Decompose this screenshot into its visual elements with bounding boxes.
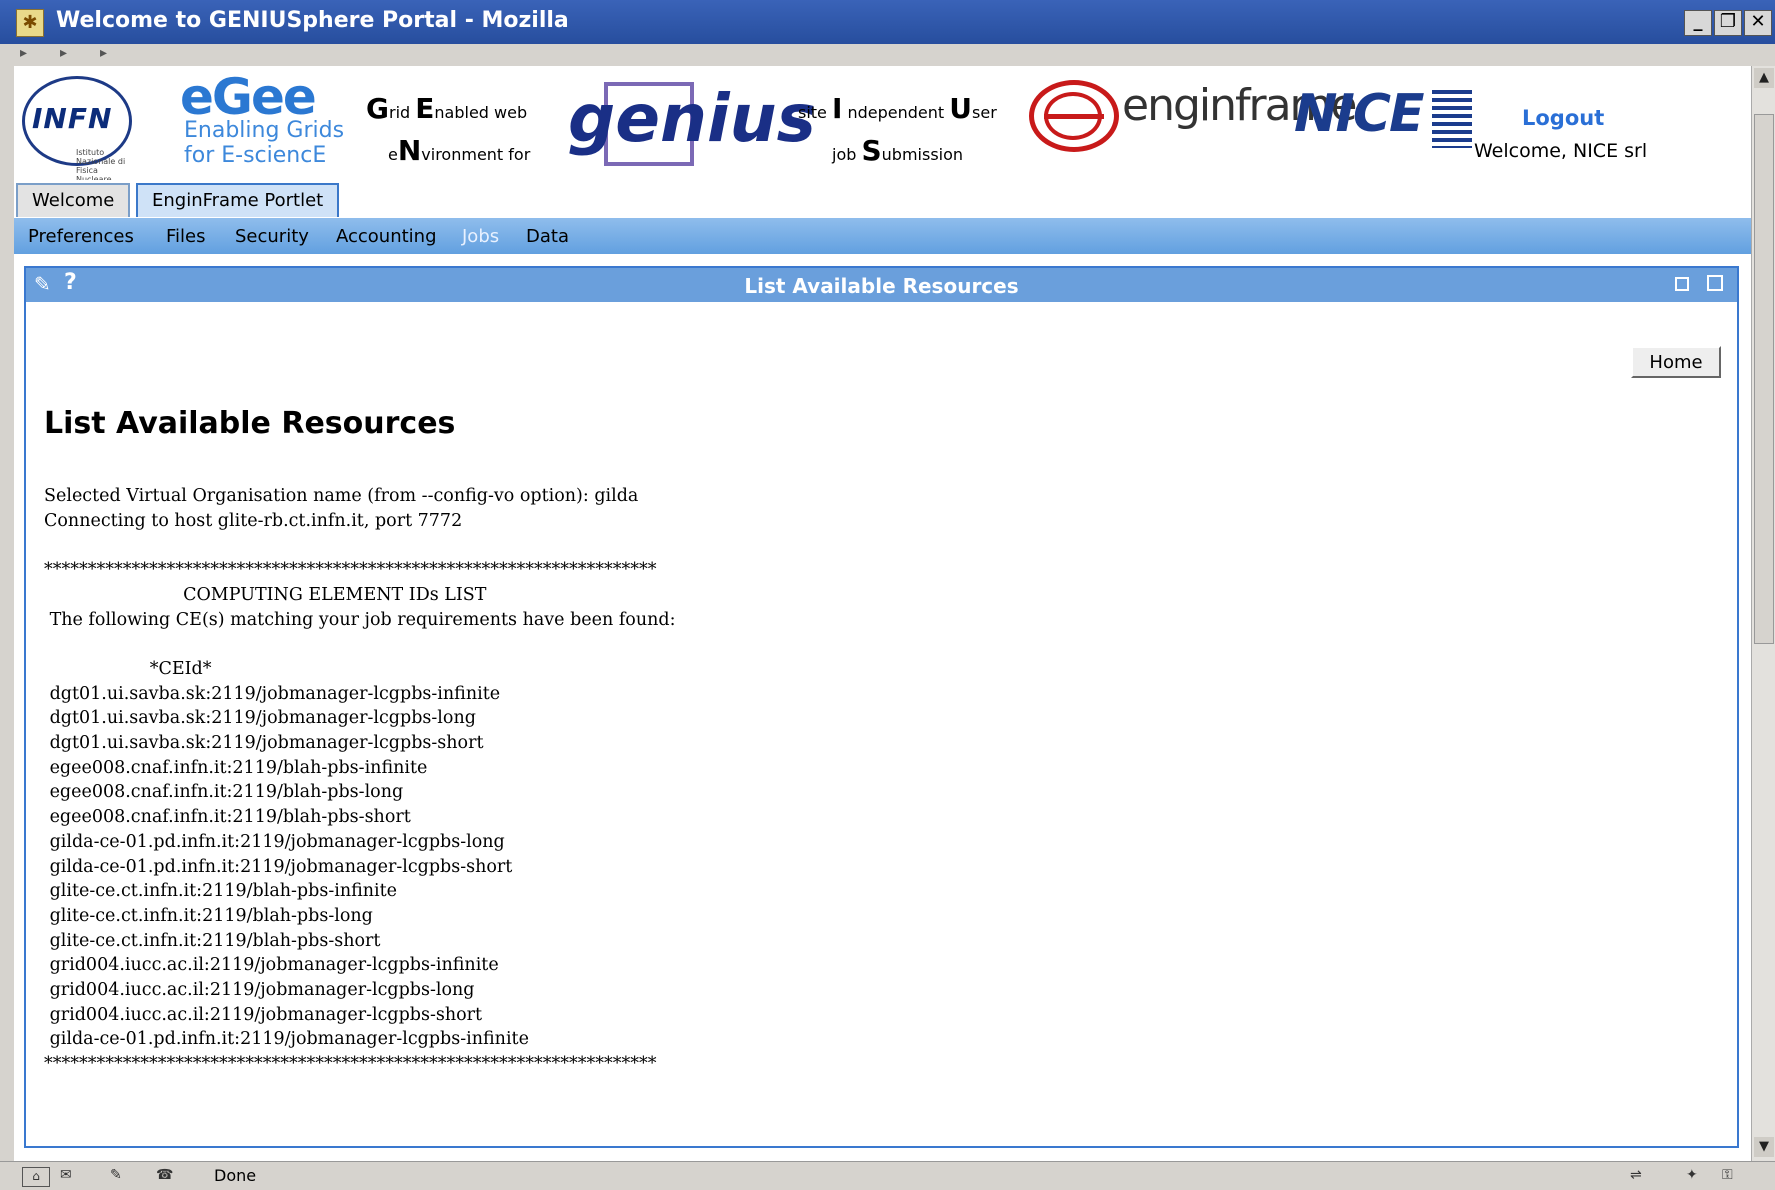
portlet-menu: Preferences Files Security Accounting Jo… xyxy=(14,218,1751,254)
caption-initial: U xyxy=(949,92,973,125)
navigator-icon[interactable]: ⌂ xyxy=(22,1167,50,1187)
menu-item-files[interactable]: Files xyxy=(166,226,206,247)
tab-enginframe-portlet[interactable]: EnginFrame Portlet xyxy=(136,183,340,217)
caption-initial: G xyxy=(366,92,389,125)
caption-initial: S xyxy=(861,134,882,167)
caption-initial: N xyxy=(397,134,422,167)
caption-text: ubmission xyxy=(881,145,964,164)
portlet-title: List Available Resources xyxy=(744,274,1019,298)
menu-item-security[interactable]: Security xyxy=(235,226,309,247)
menu-item-data[interactable]: Data xyxy=(526,226,569,247)
caption-text: ser xyxy=(972,103,997,122)
status-bar: ⌂ ✉ ✎ ☎ Done ⇌ ✦ ⚿ xyxy=(0,1161,1775,1190)
portlet-titlebar: List Available Resources ✎ ? xyxy=(26,268,1737,302)
scroll-up-arrow-icon[interactable]: ▲ xyxy=(1754,68,1774,88)
help-icon[interactable]: ? xyxy=(64,270,77,295)
edit-icon[interactable]: ✎ xyxy=(34,272,51,296)
security-icon[interactable]: ✦ xyxy=(1686,1167,1712,1185)
caption-initial: I xyxy=(831,92,843,125)
address-book-icon[interactable]: ☎ xyxy=(156,1167,182,1185)
restore-button[interactable]: ❐ xyxy=(1714,10,1742,36)
portal-header: INFN Istituto Nazionale di Fisica Nuclea… xyxy=(14,66,1751,184)
genius-caption: Grid Enabled web eNvironment for xyxy=(366,90,530,174)
infn-logo: INFN xyxy=(32,102,113,135)
portal-tabs: Welcome EnginFrame Portlet xyxy=(14,180,1751,218)
egee-subtitle-line: Enabling Grids xyxy=(184,118,345,143)
welcome-message: Welcome, NICE srl xyxy=(1474,140,1648,162)
caption-text: e xyxy=(388,145,398,164)
caption-text: vironment for xyxy=(421,145,531,164)
site-caption: site I ndependent User job Submission xyxy=(798,90,997,174)
minimize-portlet-icon[interactable] xyxy=(1675,277,1689,291)
caption-text: job xyxy=(832,145,862,164)
page-heading: List Available Resources xyxy=(44,406,456,441)
window-titlebar: ✱ Welcome to GENIUSphere Portal - Mozill… xyxy=(0,0,1775,44)
window-title: Welcome to GENIUSphere Portal - Mozilla xyxy=(56,8,569,33)
toolbar-grip-icon[interactable]: ▸ xyxy=(20,45,27,61)
egee-subtitle-line: for E-sciencE xyxy=(184,143,327,168)
menu-item-accounting[interactable]: Accounting xyxy=(336,226,437,247)
toolbar-grip-icon[interactable]: ▸ xyxy=(100,45,107,61)
logout-link[interactable]: Logout xyxy=(1522,106,1604,130)
mozilla-icon[interactable]: ✱ xyxy=(16,9,44,37)
caption-text: rid xyxy=(388,103,416,122)
egee-logo-subtitle: Enabling Grids for E-sciencE xyxy=(184,118,344,168)
genius-logo: genius xyxy=(568,80,816,157)
connection-icon[interactable]: ⇌ xyxy=(1630,1167,1656,1185)
scrollbar-thumb[interactable] xyxy=(1754,114,1774,644)
caption-text: site xyxy=(798,103,832,122)
caption-initial: E xyxy=(415,92,435,125)
composer-icon[interactable]: ✎ xyxy=(110,1167,136,1185)
command-output: Selected Virtual Organisation name (from… xyxy=(44,486,676,1075)
minimize-button[interactable]: _ xyxy=(1684,10,1712,36)
portlet-window: List Available Resources ✎ ? Home List A… xyxy=(24,266,1739,1148)
vertical-scrollbar[interactable]: ▲ ▼ xyxy=(1751,66,1775,1161)
scroll-down-arrow-icon[interactable]: ▼ xyxy=(1754,1137,1774,1157)
close-button[interactable]: ✕ xyxy=(1744,10,1772,36)
menu-item-preferences[interactable]: Preferences xyxy=(28,226,134,247)
lock-icon[interactable]: ⚿ xyxy=(1722,1167,1748,1185)
toolbar-grip-icon[interactable]: ▸ xyxy=(60,45,67,61)
nice-logo-stripes xyxy=(1432,90,1472,148)
page-viewport: INFN Istituto Nazionale di Fisica Nuclea… xyxy=(14,66,1751,1161)
menu-item-jobs[interactable]: Jobs xyxy=(462,226,499,247)
tab-welcome[interactable]: Welcome xyxy=(16,183,131,217)
status-text: Done xyxy=(214,1166,257,1185)
infn-logo-subtitle: Istituto Nazionale di Fisica Nucleare xyxy=(76,148,126,184)
collapsed-toolbars: ▸ ▸ ▸ xyxy=(14,44,1775,67)
nice-logo: NICE xyxy=(1294,84,1425,144)
home-button[interactable]: Home xyxy=(1631,346,1721,378)
maximize-portlet-icon[interactable] xyxy=(1707,275,1723,291)
enginframe-logo-bar xyxy=(1044,114,1104,119)
caption-text: nabled web xyxy=(434,103,528,122)
mail-icon[interactable]: ✉ xyxy=(60,1167,86,1185)
caption-text: ndependent xyxy=(842,103,950,122)
